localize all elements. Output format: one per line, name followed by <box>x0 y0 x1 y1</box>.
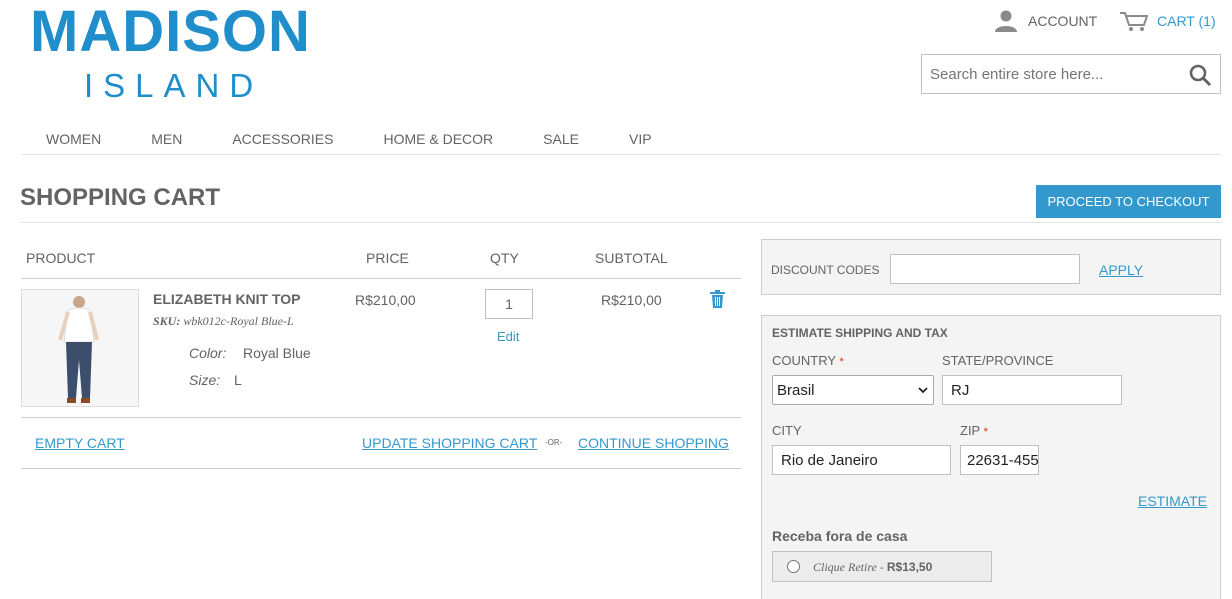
option-label-size: Size: <box>189 372 221 388</box>
state-label: STATE/PROVINCE <box>942 353 1054 368</box>
nav-item-accessories[interactable]: ACCESSORIES <box>207 124 358 154</box>
search-box <box>921 54 1221 94</box>
or-separator: -OR- <box>545 438 563 447</box>
discount-label: DISCOUNT CODES <box>771 263 880 277</box>
shipping-option-radio[interactable] <box>787 560 800 573</box>
item-price: R$210,00 <box>355 292 416 308</box>
proceed-to-checkout-button[interactable]: PROCEED TO CHECKOUT <box>1036 185 1221 218</box>
nav-item-home-decor[interactable]: HOME & DECOR <box>358 124 518 154</box>
page-title: SHOPPING CART <box>20 184 221 211</box>
country-value: Brasil <box>777 381 815 399</box>
user-icon <box>995 10 1017 32</box>
discount-code-input[interactable] <box>890 254 1080 284</box>
required-mark: * <box>839 356 844 368</box>
product-sku: SKU: wbk012c-Royal Blue-L <box>153 314 294 329</box>
search-icon[interactable] <box>1188 63 1212 87</box>
shipping-method-group: Receba fora de casa <box>772 528 908 544</box>
actions-divider <box>21 468 741 469</box>
shipping-option-label: Clique Retire - R$13,50 <box>813 560 932 575</box>
country-label: COUNTRY * <box>772 353 844 368</box>
nav-item-sale[interactable]: SALE <box>518 124 604 154</box>
state-input[interactable]: RJ <box>942 375 1122 405</box>
brand-logo-line2[interactable]: ISLAND <box>84 68 263 104</box>
title-divider <box>20 222 1221 223</box>
search-input[interactable] <box>922 55 1172 93</box>
nav-item-vip[interactable]: VIP <box>604 124 677 154</box>
trash-icon[interactable] <box>710 290 725 308</box>
sku-value: wbk012c-Royal Blue-L <box>183 314 294 328</box>
option-value-color: Royal Blue <box>243 345 311 361</box>
product-image[interactable] <box>21 289 139 407</box>
column-header-price: PRICE <box>366 250 409 266</box>
chevron-down-icon <box>918 387 928 394</box>
required-mark: * <box>983 426 988 438</box>
column-header-subtotal: SUBTOTAL <box>595 250 668 266</box>
cart-label: CART (1) <box>1157 13 1216 29</box>
account-link[interactable]: ACCOUNT <box>994 10 1097 32</box>
zip-label: ZIP * <box>960 423 988 438</box>
sku-label: SKU: <box>153 314 181 328</box>
row-divider <box>21 417 741 418</box>
edit-item-link[interactable]: Edit <box>497 329 519 344</box>
cart-icon <box>1120 12 1149 31</box>
zip-input[interactable]: 22631-455 <box>960 445 1039 475</box>
product-name[interactable]: ELIZABETH KNIT TOP <box>153 291 301 307</box>
city-label: CITY <box>772 423 802 438</box>
main-nav: WOMEN MEN ACCESSORIES HOME & DECOR SALE … <box>21 124 1221 155</box>
shipping-title: ESTIMATE SHIPPING AND TAX <box>772 326 948 340</box>
continue-shopping-link[interactable]: CONTINUE SHOPPING <box>578 435 729 451</box>
column-header-product: PRODUCT <box>26 250 96 266</box>
option-label-color: Color: <box>189 345 227 361</box>
shipping-method-price: R$13,50 <box>886 560 933 574</box>
item-subtotal: R$210,00 <box>601 292 662 308</box>
country-select[interactable]: Brasil <box>772 375 934 405</box>
quantity-input[interactable] <box>485 289 533 319</box>
column-header-qty: QTY <box>490 250 519 266</box>
nav-item-men[interactable]: MEN <box>126 124 207 154</box>
city-input[interactable]: Rio de Janeiro <box>772 445 951 475</box>
header-divider <box>21 278 741 279</box>
brand-logo-line1[interactable]: MADISON <box>30 2 311 62</box>
estimate-link[interactable]: ESTIMATE <box>1138 493 1207 509</box>
empty-cart-link[interactable]: EMPTY CART <box>35 435 125 451</box>
option-value-size: L <box>234 372 242 388</box>
account-label: ACCOUNT <box>1028 13 1098 29</box>
update-cart-link[interactable]: UPDATE SHOPPING CART <box>362 435 537 451</box>
cart-link[interactable]: CART (1) <box>1119 10 1216 32</box>
apply-discount-link[interactable]: APPLY <box>1099 262 1143 278</box>
nav-item-women[interactable]: WOMEN <box>21 124 126 154</box>
shipping-method-name: Clique Retire - <box>813 560 884 574</box>
